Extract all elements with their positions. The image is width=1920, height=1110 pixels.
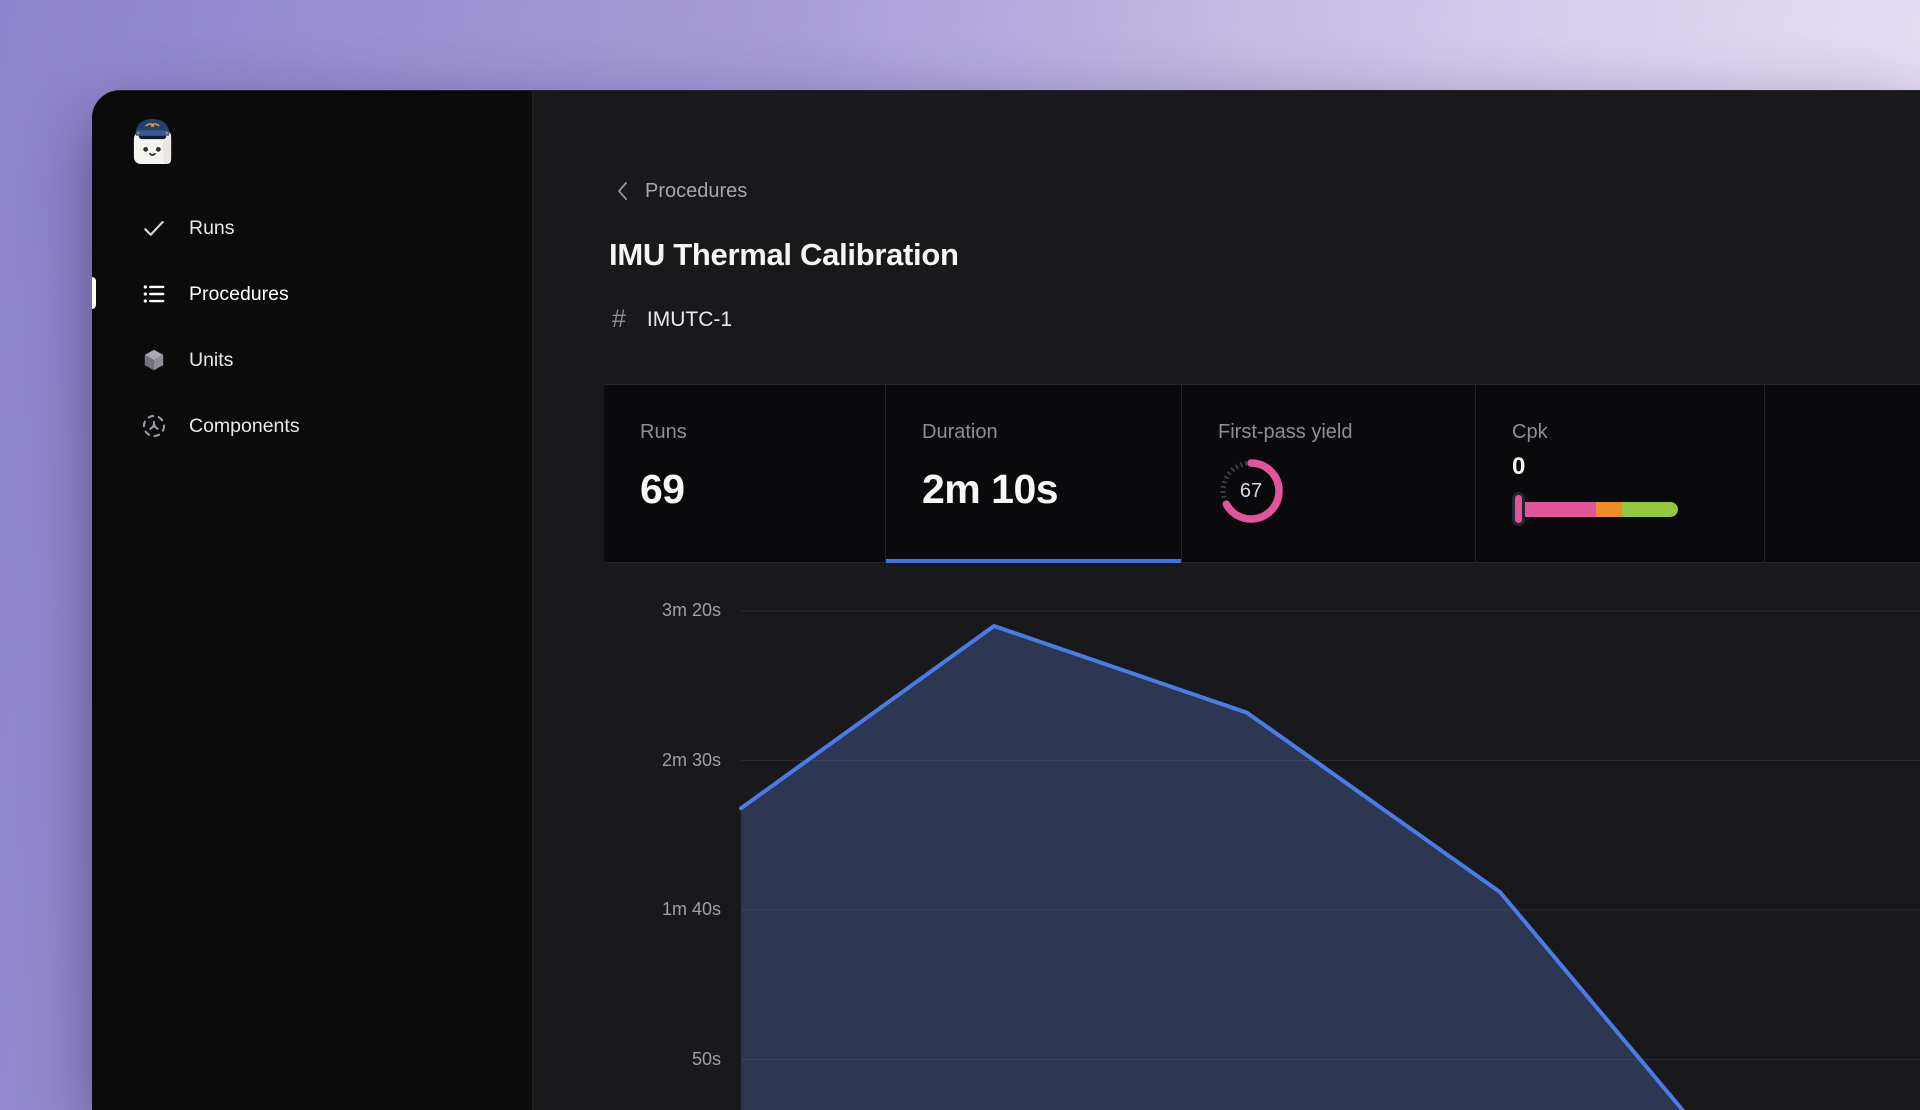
app-window: Runs Procedures xyxy=(92,90,1920,1110)
sidebar-item-runs[interactable]: Runs xyxy=(92,195,532,261)
stat-value: 69 xyxy=(640,466,885,513)
procedure-id: IMUTC-1 xyxy=(647,308,732,332)
yield-donut-chart: 67 xyxy=(1218,458,1284,524)
stat-label: Cpk xyxy=(1512,421,1764,444)
cube-icon xyxy=(140,347,167,374)
cpk-gauge-marker xyxy=(1512,492,1525,526)
gauge-segment xyxy=(1518,502,1596,517)
stat-card-cpk[interactable]: Cpk 0 xyxy=(1476,385,1765,562)
breadcrumb-label: Procedures xyxy=(645,180,747,203)
stat-value: 2m 10s xyxy=(922,466,1181,513)
gauge-segment xyxy=(1622,502,1678,517)
stats-card-row: Runs 69 Duration 2m 10s First-pass yield… xyxy=(604,384,1920,563)
tofu-mascot-icon xyxy=(129,117,176,168)
stat-card-partial[interactable] xyxy=(1765,385,1920,562)
page-title: IMU Thermal Calibration xyxy=(609,237,959,273)
sidebar: Runs Procedures xyxy=(92,91,533,1110)
breadcrumb-back-procedures[interactable]: Procedures xyxy=(617,177,747,205)
sidebar-item-label: Units xyxy=(189,349,233,372)
sidebar-item-components[interactable]: Components xyxy=(92,393,532,459)
cpk-gauge-track xyxy=(1518,502,1678,517)
stat-label: First-pass yield xyxy=(1218,421,1475,444)
sidebar-item-label: Components xyxy=(189,415,300,438)
sidebar-item-label: Procedures xyxy=(189,283,289,306)
y-axis-tick-label: 3m 20s xyxy=(573,600,721,621)
gauge-segment xyxy=(1596,502,1622,517)
sidebar-item-label: Runs xyxy=(189,217,235,240)
cpk-gauge xyxy=(1512,492,1678,526)
sidebar-item-procedures[interactable]: Procedures xyxy=(92,261,532,327)
y-axis-tick-label: 50s xyxy=(573,1049,721,1070)
sidebar-item-units[interactable]: Units xyxy=(92,327,532,393)
sidebar-nav: Runs Procedures xyxy=(92,195,532,459)
stat-label: Runs xyxy=(640,421,885,444)
stat-card-runs[interactable]: Runs 69 xyxy=(604,385,886,562)
yield-percent-value: 67 xyxy=(1218,458,1284,524)
stat-label: Duration xyxy=(922,421,1181,444)
list-bullet-icon xyxy=(140,281,167,308)
procedure-id-row: # IMUTC-1 xyxy=(612,305,732,334)
main-content: Procedures IMU Thermal Calibration # IMU… xyxy=(533,91,1920,1110)
duration-area-chart[interactable]: 3m 20s 2m 30s 1m 40s 50s xyxy=(533,563,1920,1110)
components-icon xyxy=(140,413,167,440)
check-icon xyxy=(140,215,167,242)
stat-card-duration[interactable]: Duration 2m 10s xyxy=(886,385,1182,562)
hash-icon: # xyxy=(612,305,626,334)
chart-canvas xyxy=(533,563,1920,1110)
cpk-value: 0 xyxy=(1512,453,1764,481)
tofupilot-logo[interactable] xyxy=(129,117,176,168)
chevron-left-icon xyxy=(617,181,628,201)
desktop: { "app": { "name": "TofuPilot" }, "sideb… xyxy=(0,0,1920,1110)
y-axis-tick-label: 2m 30s xyxy=(573,750,721,771)
y-axis-tick-label: 1m 40s xyxy=(573,899,721,920)
stat-card-first-pass-yield[interactable]: First-pass yield 67 xyxy=(1182,385,1476,562)
